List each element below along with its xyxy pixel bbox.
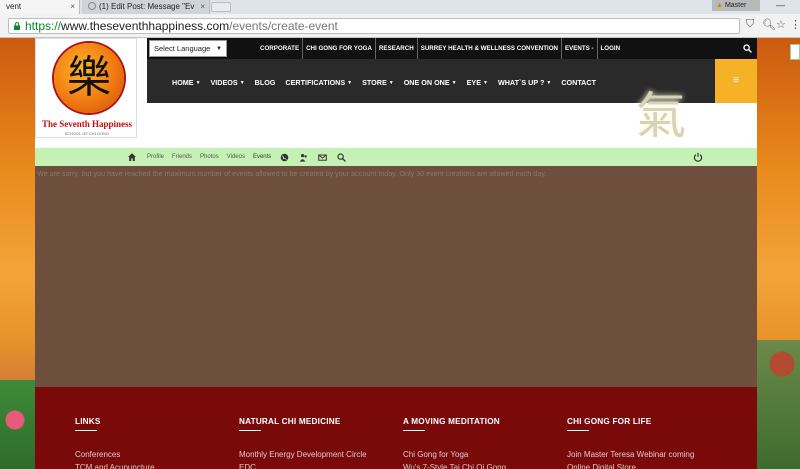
- tab-title: vent: [6, 2, 22, 11]
- logo-emblem: 樂: [54, 43, 124, 113]
- new-tab-button[interactable]: [211, 2, 231, 12]
- nav-item-certifications[interactable]: CERTIFICATIONS ▼: [280, 59, 357, 103]
- nav-item-eye[interactable]: EYE ▼: [462, 59, 493, 103]
- power-icon[interactable]: [693, 152, 703, 162]
- menu-dots-icon[interactable]: ⋮: [790, 18, 800, 31]
- footer-link[interactable]: Wu's 7-Style Tai Chi Qi Gong: [403, 461, 563, 469]
- top-link-chi-gong-for-yoga[interactable]: CHI GONG FOR YOGA: [303, 38, 376, 59]
- users-icon[interactable]: [299, 153, 308, 162]
- footer-column-links: LINKS Conferences TCM and Acupuncture: [75, 417, 235, 469]
- profile-nav-events[interactable]: Events: [249, 148, 275, 166]
- nav-item-contact[interactable]: CONTACT: [556, 59, 601, 103]
- search-icon[interactable]: [337, 152, 347, 162]
- chi-calligraphy-decoration: 氣: [636, 87, 686, 145]
- top-links: CORPORATE CHI GONG FOR YOGA RESEARCH SUR…: [257, 38, 623, 59]
- browser-tab-edit-post[interactable]: (1) Edit Post: Message "Ev ×: [82, 0, 210, 14]
- home-icon[interactable]: [127, 152, 137, 162]
- footer-heading: NATURAL CHI MEDICINE: [239, 417, 341, 426]
- side-widget-tab[interactable]: [790, 44, 800, 60]
- footer-link[interactable]: Chi Gong for Yoga: [403, 448, 563, 461]
- profile-nav-items: Profile Friends Photos Videos Events: [127, 148, 351, 166]
- top-link-research[interactable]: RESEARCH: [376, 38, 418, 59]
- site-logo[interactable]: 樂 The Seventh Happiness SCHOOL OF CHI GO…: [35, 38, 137, 138]
- language-select[interactable]: Select Language ▼: [149, 40, 227, 57]
- lotus-decoration-left: [0, 380, 36, 469]
- url-path: /events/create-event: [229, 19, 338, 33]
- profile-nav-videos[interactable]: Videos: [223, 148, 249, 166]
- globe-icon[interactable]: [280, 153, 289, 162]
- footer-heading-underline: [567, 430, 589, 431]
- address-bar-actions: ⛉ 🔍︎ ☆ ⋮: [744, 18, 800, 34]
- zoom-icon[interactable]: 🔍︎: [762, 18, 776, 31]
- footer-link[interactable]: TCM and Acupuncture: [75, 461, 235, 469]
- nav-item-home[interactable]: HOME ▼: [167, 59, 206, 103]
- site-header: 樂 The Seventh Happiness SCHOOL OF CHI GO…: [35, 38, 757, 166]
- profile-nav-photos[interactable]: Photos: [196, 148, 223, 166]
- footer-heading-underline: [75, 430, 97, 431]
- nav-item-videos[interactable]: VIDEOS ▼: [206, 59, 250, 103]
- profile-nav-profile[interactable]: Profile: [143, 148, 168, 166]
- chevron-down-icon: ▼: [347, 80, 353, 86]
- event-limit-notice: We are sorry, but you have reached the m…: [37, 169, 547, 178]
- window-minimize-button[interactable]: —: [776, 0, 785, 10]
- top-link-login[interactable]: LOGIN: [598, 38, 624, 59]
- url-host: www.theseventhhappiness.com: [61, 19, 230, 33]
- tab-close-icon[interactable]: ×: [200, 0, 205, 13]
- browser-profile-button[interactable]: ▲ Master: [712, 0, 760, 11]
- site-footer: LINKS Conferences TCM and Acupuncture NA…: [35, 387, 757, 469]
- main-navigation: HOME ▼ VIDEOS ▼ BLOG CERTIFICATIONS ▼ STORE…: [147, 59, 715, 103]
- address-bar: https://www.theseventhhappiness.com/even…: [0, 14, 800, 38]
- top-link-events[interactable]: EVENTS -: [562, 38, 598, 59]
- top-link-convention[interactable]: SURREY HEALTH & WELLNESS CONVENTION: [418, 38, 562, 59]
- chevron-down-icon: ▼: [451, 80, 457, 86]
- chevron-down-icon: ▼: [195, 80, 201, 86]
- footer-link[interactable]: Online Digital Store: [567, 461, 727, 469]
- main-content: We are sorry, but you have reached the m…: [35, 166, 757, 387]
- profile-navigation-bar: Profile Friends Photos Videos Events: [35, 148, 757, 166]
- browser-tab-active[interactable]: vent ×: [0, 0, 80, 14]
- top-bar: Select Language ▼ CORPORATE CHI GONG FOR…: [147, 38, 757, 59]
- footer-heading-underline: [239, 430, 261, 431]
- hamburger-menu-button[interactable]: ≡: [715, 59, 757, 103]
- nav-item-blog[interactable]: BLOG: [250, 59, 281, 103]
- tab-title: (1) Edit Post: Message "Ev: [99, 2, 195, 11]
- profile-nav-friends[interactable]: Friends: [168, 148, 196, 166]
- url-field[interactable]: https://www.theseventhhappiness.com/even…: [8, 18, 740, 34]
- footer-column-natural-chi-medicine: NATURAL CHI MEDICINE Monthly Energy Deve…: [239, 417, 399, 469]
- footer-column-moving-meditation: A MOVING MEDITATION Chi Gong for Yoga Wu…: [403, 417, 563, 469]
- logo-title: The Seventh Happiness: [41, 119, 133, 129]
- footer-link[interactable]: EDC: [239, 461, 399, 469]
- logo-glyph: 樂: [67, 52, 111, 103]
- tab-close-icon[interactable]: ×: [70, 0, 75, 13]
- envelope-icon[interactable]: [318, 153, 328, 162]
- pagoda-decoration-right: [756, 340, 800, 469]
- lock-icon: [14, 22, 20, 30]
- chevron-down-icon: ▼: [239, 80, 245, 86]
- nav-item-whats-up[interactable]: WHAT`S UP ? ▼: [493, 59, 556, 103]
- shield-icon[interactable]: ⛉: [746, 18, 754, 31]
- chevron-down-icon: ▼: [546, 80, 552, 86]
- search-icon[interactable]: [743, 44, 752, 53]
- nav-item-store[interactable]: STORE ▼: [357, 59, 399, 103]
- chevron-down-icon: ▼: [388, 80, 394, 86]
- chevron-down-icon: ▼: [483, 80, 488, 86]
- warning-icon: ▲: [716, 2, 723, 9]
- footer-link[interactable]: Monthly Energy Development Circle: [239, 448, 399, 461]
- nav-item-one-on-one[interactable]: ONE ON ONE ▼: [399, 59, 462, 103]
- footer-link[interactable]: Conferences: [75, 448, 235, 461]
- footer-link[interactable]: Join Master Teresa Webinar coming: [567, 448, 727, 461]
- footer-heading: A MOVING MEDITATION: [403, 417, 500, 426]
- browser-tab-strip: vent × (1) Edit Post: Message "Ev × ▲ Mas…: [0, 0, 800, 14]
- url-scheme: https://: [25, 19, 62, 33]
- top-link-corporate[interactable]: CORPORATE: [257, 38, 304, 59]
- footer-heading-underline: [403, 430, 425, 431]
- logo-subtitle: SCHOOL OF CHI GONG: [64, 132, 110, 136]
- footer-heading: LINKS: [75, 417, 101, 426]
- footer-column-chi-gong-for-life: CHI GONG FOR LIFE Join Master Teresa Web…: [567, 417, 727, 469]
- footer-heading: CHI GONG FOR LIFE: [567, 417, 652, 426]
- main-nav-items: HOME ▼ VIDEOS ▼ BLOG CERTIFICATIONS ▼ STORE…: [167, 59, 601, 103]
- dropdown-caret-icon: ▼: [216, 46, 222, 52]
- wordpress-icon: [88, 2, 96, 10]
- bookmark-star-icon[interactable]: ☆: [776, 18, 786, 31]
